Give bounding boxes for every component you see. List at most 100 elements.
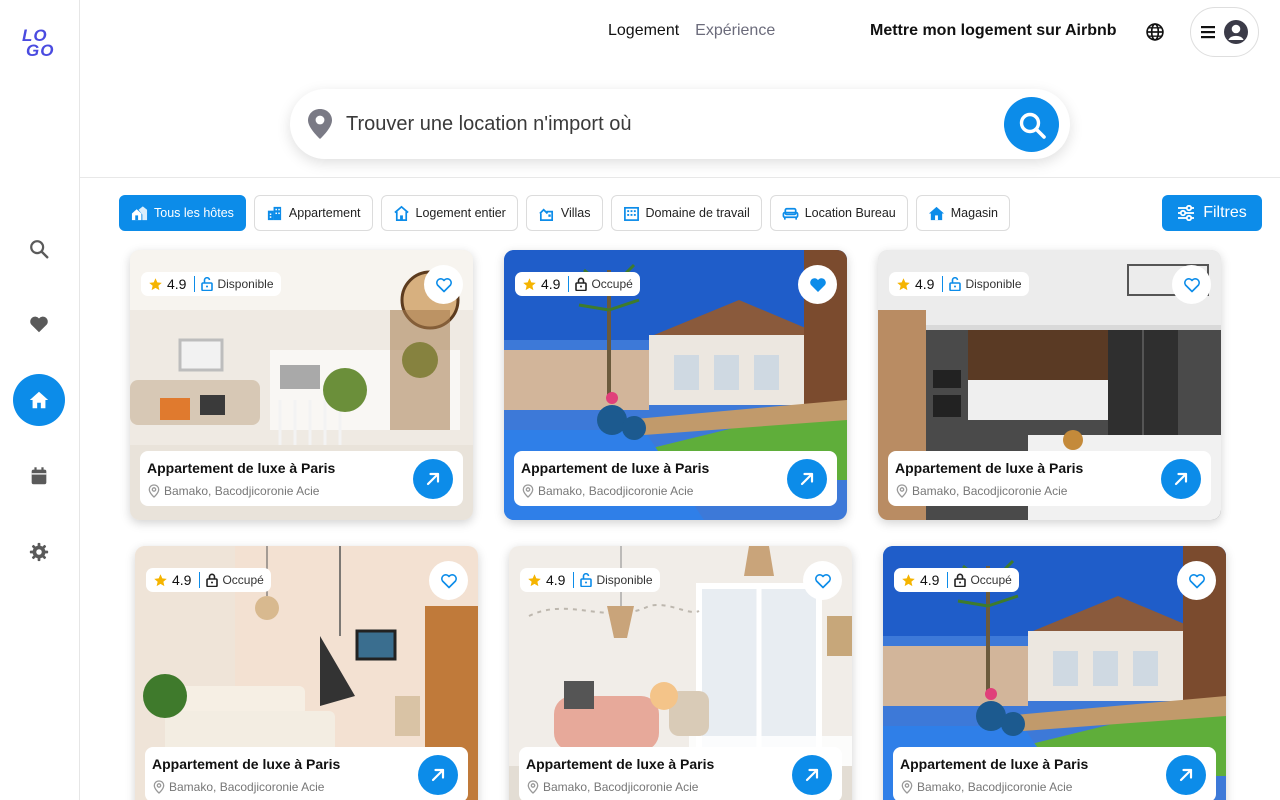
favorite-button[interactable]	[424, 265, 463, 304]
chip-label: Villas	[560, 206, 591, 220]
tab-logement[interactable]: Logement	[608, 22, 679, 40]
open-listing-button[interactable]	[1161, 459, 1201, 499]
avatar-icon	[1223, 20, 1248, 44]
listing-title: Appartement de luxe à Paris	[526, 756, 715, 772]
open-listing-button[interactable]	[792, 755, 832, 795]
chip-entire-home[interactable]: Logement entier	[380, 195, 518, 231]
location-pin-icon	[153, 780, 165, 794]
listing-card[interactable]: 4.9 Occupé Appartement de luxe à Paris B…	[504, 250, 847, 520]
globe-icon[interactable]	[1145, 22, 1165, 42]
listing-badge: 4.9 Disponible	[141, 272, 281, 296]
tab-experience[interactable]: Expérience	[695, 22, 775, 40]
category-chips: Tous les hôtes Appartement Logement enti…	[119, 195, 1011, 231]
arrow-up-right-icon	[426, 472, 440, 486]
arrow-up-right-icon	[805, 768, 819, 782]
listing-info: Appartement de luxe à Paris Bamako, Baco…	[145, 747, 468, 800]
listing-location: Bamako, Bacodjicoronie Acie	[538, 484, 694, 498]
listing-card[interactable]: 4.9 Disponible Appartement de luxe à Par…	[878, 250, 1221, 520]
favorite-button[interactable]	[429, 561, 468, 600]
listing-status: Disponible	[217, 277, 274, 291]
listing-rating: 4.9	[915, 276, 935, 292]
listing-status: Disponible	[596, 573, 653, 587]
office-building-icon	[623, 206, 639, 221]
home-icon	[29, 391, 49, 409]
open-listing-button[interactable]	[418, 755, 458, 795]
building-icon	[267, 206, 282, 220]
favorite-button[interactable]	[1172, 265, 1211, 304]
listing-card[interactable]: 4.9 Disponible Appartement de luxe à Par…	[509, 546, 852, 800]
listing-rating: 4.9	[172, 572, 192, 588]
listing-location: Bamako, Bacodjicoronie Acie	[912, 484, 1068, 498]
user-menu-button[interactable]	[1190, 7, 1259, 57]
listing-title: Appartement de luxe à Paris	[521, 460, 710, 476]
sidebar-item-home[interactable]	[13, 374, 65, 426]
favorite-button[interactable]	[803, 561, 842, 600]
listing-info: Appartement de luxe à Paris Bamako, Baco…	[888, 451, 1211, 506]
listing-card[interactable]: 4.9 Disponible Appartement de luxe à Par…	[130, 250, 473, 520]
lock-icon	[206, 573, 219, 587]
location-pin-icon	[527, 780, 539, 794]
search-icon	[1019, 112, 1046, 139]
listing-rating: 4.9	[920, 572, 940, 588]
sidebar-item-calendar[interactable]	[13, 450, 65, 502]
heart-outline-icon	[1183, 277, 1200, 292]
badge-separator	[573, 572, 575, 588]
unlocked-icon	[580, 573, 593, 587]
heart-outline-icon	[435, 277, 452, 292]
listing-title: Appartement de luxe à Paris	[147, 460, 336, 476]
chip-label: Location Bureau	[804, 206, 896, 220]
chip-shop[interactable]: Magasin	[915, 195, 1011, 231]
sidebar-item-favorites[interactable]	[13, 298, 65, 350]
villa-icon	[539, 208, 553, 221]
search-button[interactable]	[1004, 97, 1059, 152]
host-listing-link[interactable]: Mettre mon logement sur Airbnb	[870, 22, 1117, 40]
chip-apartment[interactable]: Appartement	[253, 195, 373, 231]
search-bar	[290, 89, 1070, 159]
listing-card[interactable]: 4.9 Occupé Appartement de luxe à Paris B…	[883, 546, 1226, 800]
arrow-up-right-icon	[800, 472, 814, 486]
listing-location-row: Bamako, Bacodjicoronie Acie	[896, 484, 1067, 498]
sidebar: LO GO	[0, 0, 80, 800]
chip-office-rental[interactable]: Location Bureau	[769, 195, 908, 231]
heart-outline-icon	[1188, 573, 1205, 588]
location-pin-icon	[522, 484, 534, 498]
chip-villas[interactable]: Villas	[525, 195, 603, 231]
favorite-button[interactable]	[798, 265, 837, 304]
top-tabs: Logement Expérience	[608, 22, 775, 40]
header-divider	[80, 177, 1280, 178]
search-input[interactable]	[346, 109, 986, 139]
open-listing-button[interactable]	[1166, 755, 1206, 795]
badge-separator	[942, 276, 944, 292]
listing-status: Occupé	[591, 277, 633, 291]
listing-badge: 4.9 Disponible	[520, 568, 660, 592]
unlocked-icon	[201, 277, 214, 291]
logo-line-2: GO	[26, 41, 55, 60]
listing-title: Appartement de luxe à Paris	[900, 756, 1089, 772]
heart-outline-icon	[814, 573, 831, 588]
badge-separator	[199, 572, 201, 588]
chip-all-hosts[interactable]: Tous les hôtes	[119, 195, 246, 231]
listing-info: Appartement de luxe à Paris Bamako, Baco…	[514, 451, 837, 506]
chip-workspace[interactable]: Domaine de travail	[610, 195, 762, 231]
badge-separator	[947, 572, 949, 588]
listing-info: Appartement de luxe à Paris Bamako, Baco…	[140, 451, 463, 506]
listing-badge: 4.9 Occupé	[894, 568, 1019, 592]
star-icon	[149, 277, 162, 290]
listing-card[interactable]: 4.9 Occupé Appartement de luxe à Paris B…	[135, 546, 478, 800]
open-listing-button[interactable]	[787, 459, 827, 499]
heart-icon	[30, 316, 48, 333]
listing-badge: 4.9 Occupé	[515, 272, 640, 296]
unlocked-icon	[949, 277, 962, 291]
favorite-button[interactable]	[1177, 561, 1216, 600]
arrow-up-right-icon	[1179, 768, 1193, 782]
filters-button[interactable]: Filtres	[1162, 195, 1262, 231]
search-icon	[30, 240, 49, 259]
listing-location-row: Bamako, Bacodjicoronie Acie	[148, 484, 319, 498]
calendar-icon	[31, 467, 47, 485]
logo[interactable]: LO GO	[22, 27, 60, 62]
sidebar-item-settings[interactable]	[13, 526, 65, 578]
open-listing-button[interactable]	[413, 459, 453, 499]
listing-rating: 4.9	[167, 276, 187, 292]
listing-info: Appartement de luxe à Paris Bamako, Baco…	[519, 747, 842, 800]
sidebar-item-search[interactable]	[13, 223, 65, 275]
